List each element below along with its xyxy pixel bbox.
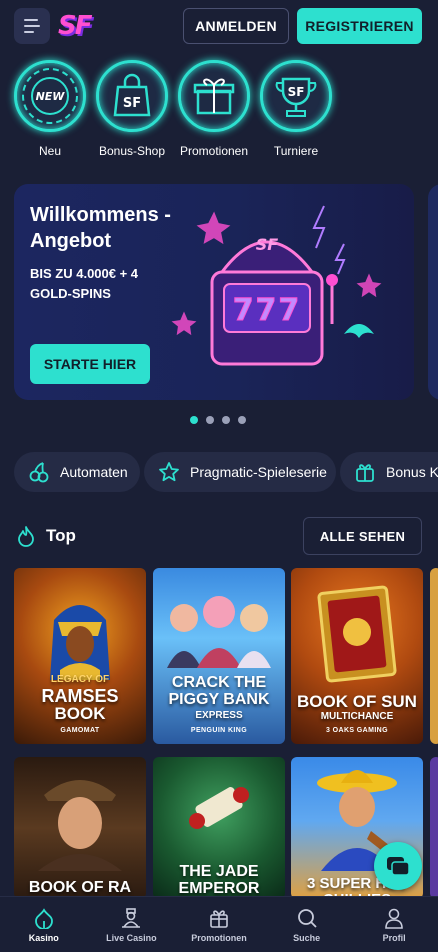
- game-tile-crack-the-piggy-bank[interactable]: CRACK THE PIGGY BANK EXPRESS PENGUIN KIN…: [153, 568, 285, 744]
- carousel-dot[interactable]: [238, 416, 246, 424]
- carousel-dot[interactable]: [222, 416, 230, 424]
- game-provider: 3 OAKS GAMING: [326, 727, 388, 734]
- carousel-dot[interactable]: [190, 416, 198, 424]
- game-title-line: CRACK THE: [171, 674, 267, 691]
- gift-icon: [178, 60, 250, 132]
- category-chip-bonus[interactable]: Bonus Ka: [340, 452, 438, 492]
- quick-nav-label: Neu: [38, 144, 61, 158]
- casino-chip-icon: [33, 907, 55, 929]
- casino-app: SF ANMELDEN REGISTRIEREN NEW Neu SF Bonu…: [0, 0, 438, 952]
- banner-subtitle: BIS ZU 4.000€ + 4 GOLD-SPINS: [30, 266, 139, 301]
- cherries-icon: [26, 459, 52, 485]
- game-tile-book-of-sun[interactable]: BOOK OF SUN MULTICHANCE 3 OAKS GAMING: [291, 568, 423, 744]
- register-button[interactable]: REGISTRIEREN: [297, 8, 422, 44]
- game-tile-the-jade-emperor[interactable]: THE JADE EMPEROR: [153, 757, 285, 899]
- golden-book-illustration: [317, 585, 397, 683]
- game-title-line: BOOK OF RA: [28, 879, 132, 896]
- category-chip-automaten[interactable]: Automaten: [14, 452, 140, 492]
- bottom-nav-search[interactable]: Suche: [263, 897, 351, 952]
- carousel-dot[interactable]: [206, 416, 214, 424]
- bag-logo-text: SF: [123, 96, 141, 111]
- dealer-icon: [120, 907, 142, 929]
- machine-logo-text: SF: [256, 235, 279, 254]
- game-title-line: BOOK: [54, 704, 106, 723]
- gift-icon: [208, 907, 230, 929]
- bottom-nav-label: Live Casino: [106, 932, 157, 943]
- pharaoh-illustration: [50, 605, 110, 680]
- category-chip-pragmatic[interactable]: Pragmatic-Spieleserie: [144, 452, 336, 492]
- game-provider: GAMOMAT: [60, 727, 100, 734]
- next-banner-peek[interactable]: [428, 184, 438, 400]
- welcome-offer-banner[interactable]: SF 777 Willkommens -Angebot BIS ZU 4.000…: [14, 184, 414, 400]
- game-tile-book-of-ra[interactable]: BOOK OF RA: [14, 757, 146, 899]
- bottom-nav-label: Kasino: [28, 932, 59, 943]
- live-chat-button[interactable]: [374, 842, 422, 890]
- start-here-button[interactable]: STARTE HIER: [30, 344, 150, 384]
- category-chips: Automaten Pragmatic-Spieleserie Bonus Ka: [14, 452, 438, 492]
- category-chip-label: Bonus Ka: [386, 464, 438, 480]
- trophy-icon: SF: [260, 60, 332, 132]
- quick-nav-label: Turniere: [273, 144, 319, 158]
- bottom-navigation: Kasino Live Casino Promotionen Suche Pro…: [0, 896, 438, 952]
- game-title-line: THE JADE: [179, 863, 259, 880]
- quick-nav: NEW Neu SF Bonus-Shop Promotionen SF Tur…: [0, 60, 438, 165]
- search-icon: [296, 907, 318, 929]
- game-title-line: PIGGY BANK: [168, 691, 270, 708]
- flame-icon: [16, 525, 36, 547]
- see-all-button[interactable]: ALLE SEHEN: [303, 517, 422, 555]
- scroll-illustration: [189, 787, 249, 829]
- quick-nav-promotions[interactable]: Promotionen: [174, 60, 254, 158]
- game-provider: PENGUIN KING: [190, 727, 248, 734]
- reels-777-text: 777: [233, 293, 302, 328]
- hamburger-menu-button[interactable]: [14, 8, 50, 44]
- trophy-logo-text: SF: [288, 85, 305, 99]
- bottom-nav-label: Promotionen: [191, 932, 247, 943]
- game-title-line: EXPRESS: [195, 710, 243, 721]
- top-header: SF ANMELDEN REGISTRIEREN: [0, 0, 438, 52]
- new-badge-text: NEW: [36, 90, 66, 103]
- section-header-top: Top: [16, 522, 76, 550]
- game-title-line: LEGACY OF: [50, 674, 110, 685]
- section-title: Top: [46, 526, 76, 545]
- menu-line-icon: [24, 25, 40, 27]
- quick-nav-label: Bonus-Shop: [98, 144, 166, 158]
- bottom-nav-label: Suche: [293, 932, 321, 943]
- bottom-nav-label: Profil: [382, 932, 406, 943]
- star-icon: [156, 459, 182, 485]
- game-title-line: BOOK OF SUN: [297, 692, 417, 711]
- quick-nav-bonus-shop[interactable]: SF Bonus-Shop: [92, 60, 172, 158]
- characters-illustration: [167, 596, 271, 668]
- category-chip-label: Pragmatic-Spieleserie: [190, 464, 327, 480]
- bottom-nav-promotions[interactable]: Promotionen: [175, 897, 263, 952]
- carousel-indicator: [190, 416, 246, 424]
- menu-line-icon: [24, 31, 34, 33]
- quick-nav-tournaments[interactable]: SF Turniere: [256, 60, 336, 158]
- login-button[interactable]: ANMELDEN: [183, 8, 289, 44]
- quick-nav-new[interactable]: NEW Neu: [10, 60, 90, 158]
- chat-bubble-icon: [385, 853, 411, 879]
- bonus-gift-icon: [352, 459, 378, 485]
- banner-title: Willkommens -Angebot: [30, 204, 171, 252]
- game-tile-peek[interactable]: [430, 568, 438, 744]
- bottom-nav-profile[interactable]: Profil: [350, 897, 438, 952]
- menu-line-icon: [24, 19, 38, 21]
- explorer-illustration: [38, 780, 122, 871]
- bottom-nav-casino[interactable]: Kasino: [0, 897, 88, 952]
- shopping-bag-icon: SF: [96, 60, 168, 132]
- category-chip-label: Automaten: [60, 464, 128, 480]
- new-chip-icon: NEW: [14, 60, 86, 132]
- quick-nav-label: Promotionen: [179, 144, 249, 158]
- brand-logo[interactable]: SF: [58, 11, 92, 41]
- bottom-nav-live-casino[interactable]: Live Casino: [88, 897, 176, 952]
- game-tile-peek[interactable]: [430, 757, 438, 899]
- game-title-line: MULTICHANCE: [320, 711, 394, 722]
- user-icon: [383, 907, 405, 929]
- game-tile-legacy-of-ramses[interactable]: LEGACY OF RAMSES BOOK GAMOMAT: [14, 568, 146, 744]
